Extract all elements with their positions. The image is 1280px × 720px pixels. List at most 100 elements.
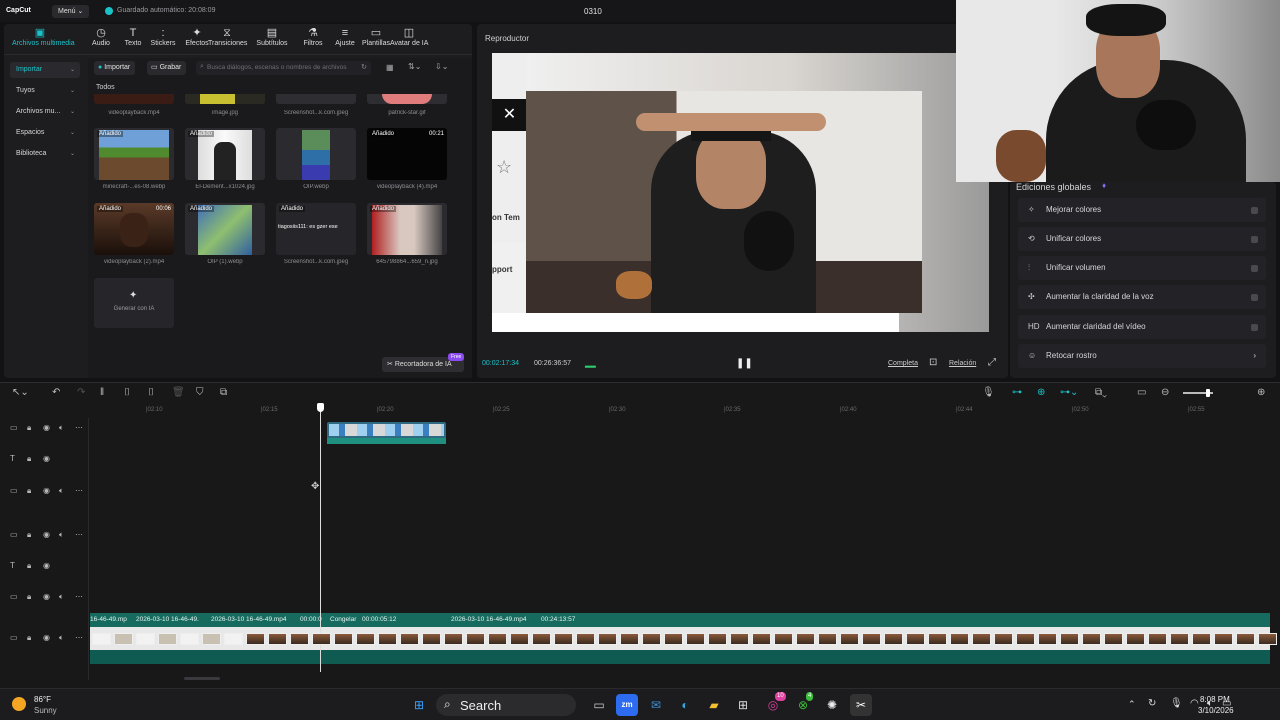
media-thumb-partial[interactable] (367, 94, 447, 104)
lock-icon[interactable]: 🔒︎ (27, 423, 31, 433)
magnet-icon[interactable]: ⊕ (1037, 387, 1045, 398)
redo-icon[interactable]: ↷ (77, 387, 85, 398)
snap-icon[interactable]: ⊶⌄ (1060, 387, 1078, 398)
zoom-out-icon[interactable]: ⊖ (1161, 387, 1169, 398)
delete-icon[interactable]: 🗑 (172, 387, 185, 398)
overlay-clip[interactable] (327, 422, 446, 444)
full-quality-button[interactable]: Completa (888, 360, 918, 367)
toggle-switch[interactable] (1251, 265, 1258, 272)
eye-icon[interactable]: ◉ (43, 454, 50, 463)
toggle-switch[interactable] (1251, 324, 1258, 331)
eye-icon[interactable]: ◉ (43, 530, 50, 539)
audio-icon[interactable]: 🔈︎ (59, 486, 64, 496)
auto-reframe-icon[interactable]: ⧉ (220, 387, 227, 398)
media-thumb[interactable]: Añadido (94, 128, 174, 180)
audio-icon[interactable]: 🔈︎ (59, 530, 64, 540)
horizontal-scrollbar[interactable] (184, 677, 220, 680)
toolbar-tab-transition[interactable]: ⧖ Transiciones (208, 27, 247, 47)
fullscreen-icon[interactable]: ⤢ (988, 357, 996, 368)
refresh-icon[interactable]: ↻ (361, 63, 367, 71)
record-button[interactable]: ▭ Grabar (147, 61, 187, 75)
trim-right-icon[interactable]: ⌷ (148, 387, 154, 398)
eye-icon[interactable]: ◉ (43, 592, 50, 601)
windows-start-icon[interactable]: ⊞ (408, 694, 430, 716)
shield-icon[interactable]: ⛉ (196, 387, 204, 398)
media-thumb[interactable] (276, 128, 356, 180)
media-thumb-partial[interactable] (185, 94, 265, 104)
filter-icon[interactable]: ⇩⌄ (435, 62, 448, 71)
toolbar-tab-sticker[interactable]: : Stickers (144, 27, 182, 47)
zoom-slider[interactable] (1183, 389, 1213, 397)
lock-icon[interactable]: 🔒︎ (27, 454, 31, 464)
task-view-icon[interactable]: ▭ (588, 694, 610, 716)
media-thumb-partial[interactable] (276, 94, 356, 104)
video-canvas[interactable]: ✕ ☆ on Tem pport (492, 53, 989, 332)
trim-left-icon[interactable]: ⌷ (124, 387, 130, 398)
file-explorer-icon[interactable]: ▰ (703, 694, 725, 716)
link-icon[interactable]: ⊶ (1012, 387, 1022, 398)
media-thumb[interactable]: Añadido (185, 128, 265, 180)
media-thumb-partial[interactable] (94, 94, 174, 104)
sort-icon[interactable]: ⇅⌄ (408, 62, 421, 71)
global-edit-item[interactable]: HD Aumentar claridad del vídeo (1018, 315, 1266, 339)
toggle-switch[interactable] (1251, 236, 1258, 243)
media-thumb[interactable]: Añadido 00:06 (94, 203, 174, 255)
global-edit-item[interactable]: ✧ Mejorar colores (1018, 198, 1266, 222)
more-icon[interactable]: ⋯ (75, 486, 83, 495)
sync-icon[interactable]: ↻ (1148, 698, 1156, 709)
global-edit-item[interactable]: ⫶ Unificar volumen (1018, 256, 1266, 280)
tray-chevron-icon[interactable]: ⌃ (1128, 699, 1136, 710)
toolbar-tab-avatar[interactable]: ◫ Avatar de IA (390, 27, 428, 47)
global-edit-item[interactable]: ☺ Retocar rostro › (1018, 344, 1266, 368)
lock-icon[interactable]: 🔒︎ (27, 530, 31, 540)
eye-icon[interactable]: ◉ (43, 423, 50, 432)
sidebar-item[interactable]: Espacios ⌄ (10, 125, 80, 141)
sidebar-item[interactable]: Biblioteca ⌄ (10, 146, 80, 162)
sidebar-item[interactable]: Archivos mu... ⌄ (10, 104, 80, 120)
wifi-icon[interactable]: ◠ (1190, 698, 1199, 709)
sidebar-item[interactable]: Tuyos ⌄ (10, 83, 80, 99)
snapshot-icon[interactable]: ⊡ (929, 357, 937, 368)
chatgpt-icon[interactable]: ✺ (821, 694, 843, 716)
media-thumb[interactable]: Añadido (367, 203, 447, 255)
taskbar-search[interactable]: ⌕ Search (436, 694, 576, 716)
media-thumb[interactable]: Añadido tiagosiis111: es gzer ese (276, 203, 356, 255)
lock-icon[interactable]: 🔒︎ (27, 592, 31, 602)
global-edit-item[interactable]: ✣ Aumentar la claridad de la voz (1018, 285, 1266, 309)
toolbar-tab-media[interactable]: ▣ Archivos multimedia (12, 27, 75, 47)
grid-view-icon[interactable]: ▦ (386, 63, 394, 72)
global-edit-item[interactable]: ⟲ Unificar colores (1018, 227, 1266, 251)
battery-icon[interactable]: ▭ (1222, 698, 1231, 709)
ratio-button[interactable]: Relación (949, 360, 976, 367)
menu-button[interactable]: Menú ⌄ (52, 5, 90, 18)
audio-icon[interactable]: 🔈︎ (59, 633, 64, 643)
sidebar-item[interactable]: Importar ⌄ (10, 62, 80, 78)
audio-icon[interactable]: 🔈︎ (59, 592, 64, 602)
eye-icon[interactable]: ◉ (43, 486, 50, 495)
outlook-icon[interactable]: ✉ (645, 694, 667, 716)
more-icon[interactable]: ⋯ (75, 592, 83, 601)
audio-icon[interactable]: 🔈︎ (59, 423, 64, 433)
preview-axis-icon[interactable]: ⧉⌄ (1095, 387, 1107, 398)
zoom-fit-icon[interactable]: ⊕ (1257, 387, 1265, 398)
more-icon[interactable]: ⋯ (75, 423, 83, 432)
capcut-taskbar-icon[interactable]: ✂ (850, 694, 872, 716)
toolbar-tab-subtitle[interactable]: ▤ Subtítulos (253, 27, 291, 47)
microphone-icon[interactable]: 🎙 (982, 387, 995, 398)
toggle-switch[interactable] (1251, 294, 1258, 301)
more-icon[interactable]: ⋯ (75, 530, 83, 539)
lock-icon[interactable]: 🔒︎ (27, 633, 31, 643)
eye-icon[interactable]: ◉ (43, 633, 50, 642)
undo-icon[interactable]: ↶ (52, 387, 60, 398)
tray-mic-icon[interactable]: 🎙 (1170, 698, 1183, 709)
volume-icon[interactable]: 🔈︎ (1207, 698, 1213, 709)
generate-ai-card[interactable]: ✦ Generar con IA (94, 278, 174, 328)
playhead-handle[interactable] (317, 403, 324, 412)
lock-icon[interactable]: 🔒︎ (27, 486, 31, 496)
zoom-app-icon[interactable]: zm (616, 694, 638, 716)
toggle-switch[interactable] (1251, 207, 1258, 214)
media-thumb[interactable]: Añadido 00:21 (367, 128, 447, 180)
caption-icon[interactable]: ▭ (1137, 387, 1146, 398)
split-icon[interactable]: ǁ (100, 387, 104, 398)
lock-icon[interactable]: 🔒︎ (27, 561, 31, 571)
